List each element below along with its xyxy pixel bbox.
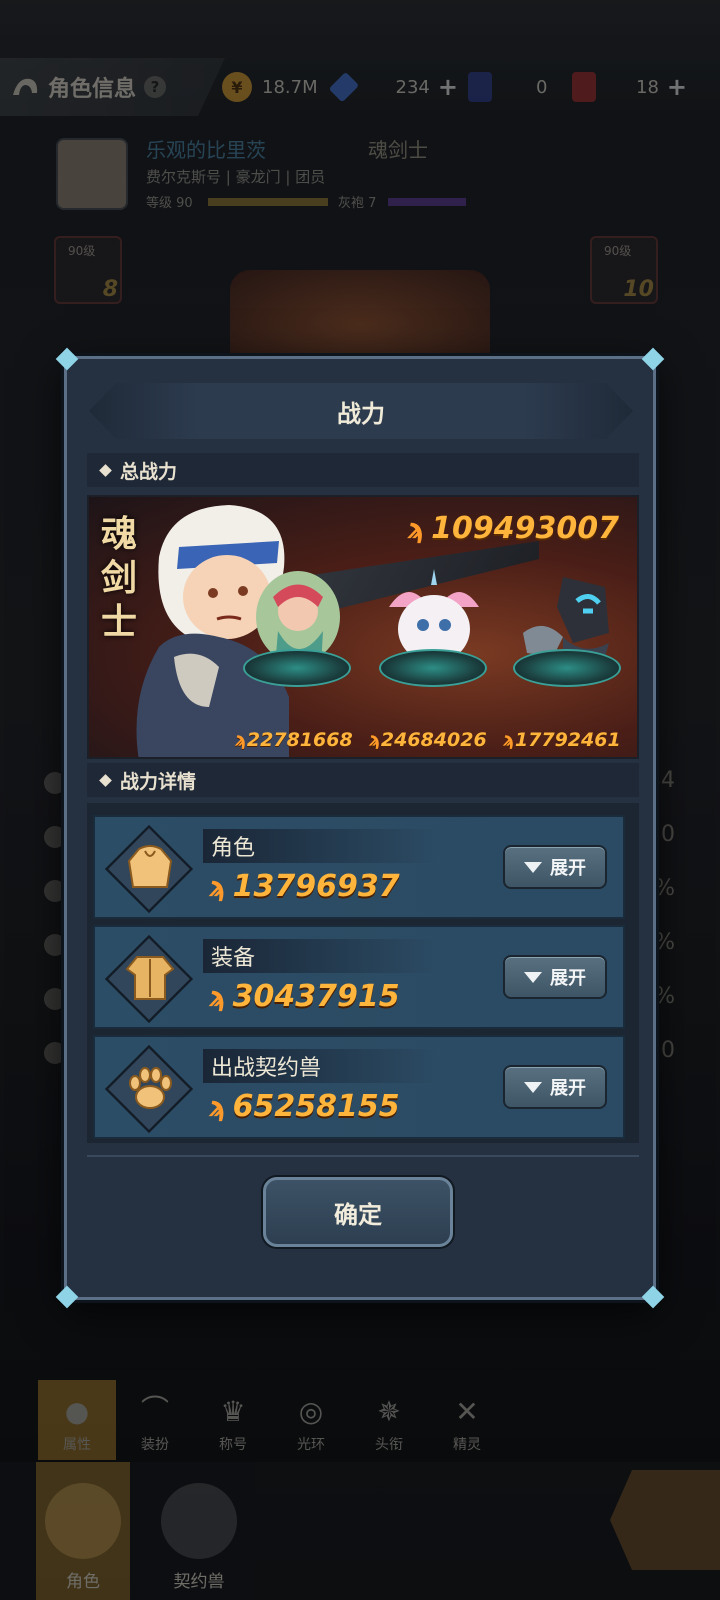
diamond-bullet-icon [99,463,112,477]
expand-label: 展开 [550,1078,586,1099]
diamond-bullet-icon [99,773,112,787]
card-label: 装备 [211,946,256,971]
confirm-label: 确定 [334,1200,382,1229]
pet-pedestal [513,649,621,687]
power-detail-header: 战力详情 [87,763,639,797]
power-icon: ϡ [209,1090,227,1123]
paw-icon [119,1057,181,1119]
hero-class-vertical: 魂剑士 [101,514,138,643]
pet-slot[interactable] [379,567,489,717]
dialog-title-bar: 战力 [89,383,633,439]
hero-banner: 魂剑士 ϡ 109493007 ϡ22781668 ϡ24684026 ϡ177… [87,495,639,759]
divider [87,1155,639,1157]
triangle-down-icon [524,861,542,873]
card-label: 出战契约兽 [211,1056,322,1081]
power-icon: ϡ [369,729,381,751]
power-icon: ϡ [235,729,247,751]
card-power-value: 30437915 [232,979,400,1014]
pet-power: ϡ17792461 [503,729,621,751]
power-dialog: 战力 总战力 魂剑士 ϡ 109493007 ϡ22781668 ϡ246840… [55,347,665,1309]
pet-power: ϡ22781668 [235,729,353,751]
expand-button[interactable]: 展开 [503,1065,607,1109]
equipment-chest-icon [119,947,181,1009]
pet-slot[interactable] [513,567,623,717]
detail-card-pet: 出战契约兽 ϡ 65258155 展开 [93,1035,625,1139]
card-label-bar: 装备 [203,939,439,973]
pet-pedestal [379,649,487,687]
pet-power-value: 24684026 [380,729,487,751]
total-power-value: 109493007 [431,511,619,546]
total-power-header: 总战力 [87,453,639,487]
card-label-bar: 角色 [203,829,439,863]
pet-slot[interactable] [243,567,353,717]
power-icon: ϡ [209,870,227,903]
pet-power: ϡ24684026 [369,729,487,751]
expand-button[interactable]: 展开 [503,955,607,999]
expand-label: 展开 [550,968,586,989]
pet-power-value: 17792461 [514,729,621,751]
power-detail-label: 战力详情 [120,770,197,793]
card-power-value: 65258155 [232,1089,400,1124]
triangle-down-icon [524,1081,542,1093]
confirm-button[interactable]: 确定 [263,1177,453,1247]
card-power-value: 13796937 [232,869,400,904]
triangle-down-icon [524,971,542,983]
power-icon: ϡ [503,729,515,751]
card-label: 角色 [211,836,256,861]
expand-button[interactable]: 展开 [503,845,607,889]
card-power: ϡ 65258155 [209,1089,400,1124]
card-power: ϡ 30437915 [209,979,400,1014]
power-icon: ϡ [407,512,426,545]
dialog-title: 战力 [337,399,385,428]
character-armor-icon [119,837,181,899]
total-power: ϡ 109493007 [408,511,619,546]
detail-card-equipment: 装备 ϡ 30437915 展开 [93,925,625,1029]
detail-card-character: 角色 ϡ 13796937 展开 [93,815,625,919]
card-label-bar: 出战契约兽 [203,1049,439,1083]
card-power: ϡ 13796937 [209,869,400,904]
total-power-label: 总战力 [120,460,178,483]
pet-pedestal [243,649,351,687]
expand-label: 展开 [550,858,586,879]
pet-power-value: 22781668 [246,729,353,751]
power-icon: ϡ [209,980,227,1013]
